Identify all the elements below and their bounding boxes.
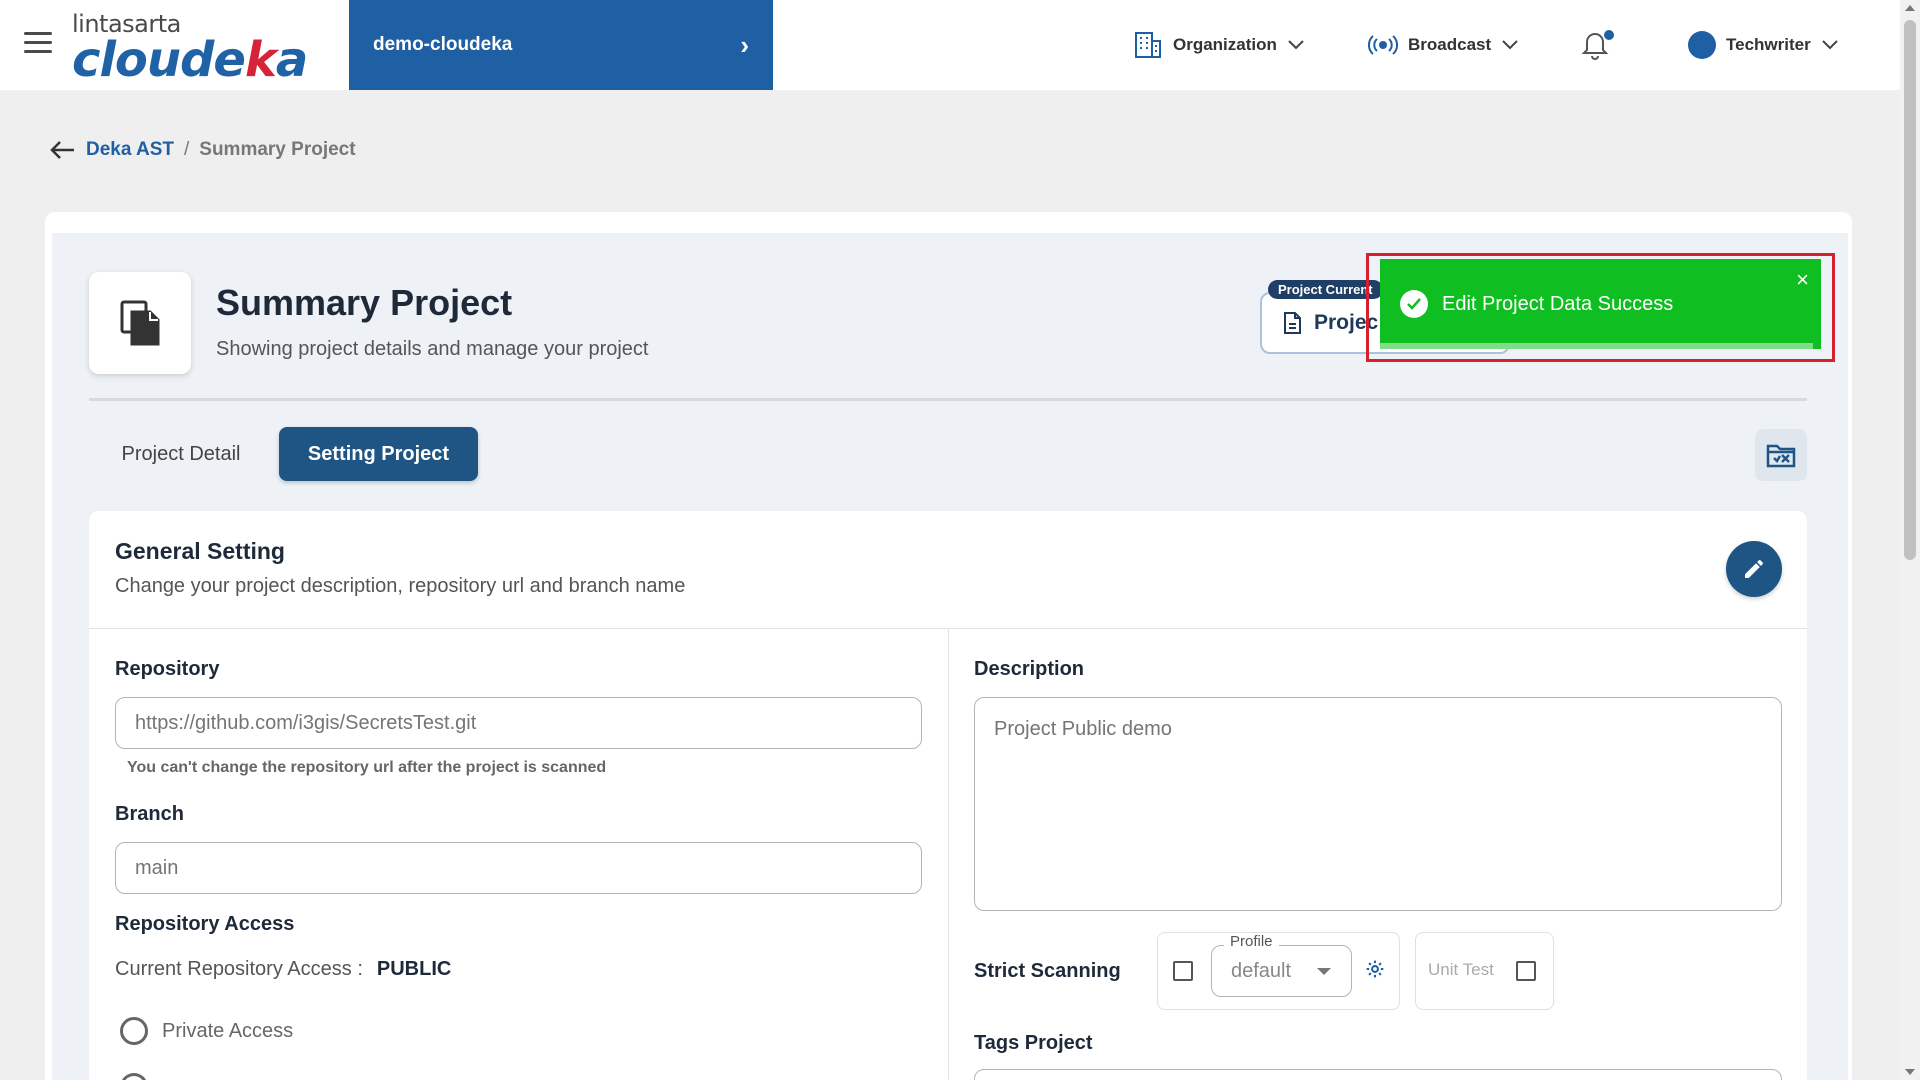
breadcrumb-current: Summary Project — [199, 139, 356, 160]
profile-select[interactable]: default — [1211, 945, 1352, 997]
tab-project-detail[interactable]: Project Detail — [100, 427, 262, 481]
notification-button[interactable] — [1580, 28, 1620, 64]
logo-main-text: cloudeka — [72, 36, 308, 84]
organization-label: Organization — [1173, 35, 1277, 54]
logo-main-part: cloude — [72, 32, 246, 88]
scrollbar-thumb[interactable] — [1904, 20, 1916, 560]
project-selector[interactable]: demo-cloudeka › — [349, 0, 773, 90]
copy-document-icon — [120, 300, 160, 346]
document-icon-box — [89, 272, 191, 374]
broadcast-menu[interactable]: Broadcast — [1368, 26, 1519, 64]
breadcrumb: Deka AST / Summary Project — [48, 138, 356, 162]
description-textarea[interactable] — [974, 697, 1782, 911]
general-setting-subtitle: Change your project description, reposit… — [115, 575, 686, 597]
description-label: Description — [974, 658, 1085, 680]
page-scrollbar[interactable] — [1900, 0, 1920, 1080]
caret-down-icon — [1317, 968, 1331, 975]
back-button[interactable] — [48, 138, 76, 162]
unit-test-label: Unit Test — [1428, 960, 1494, 979]
gear-icon — [1366, 960, 1384, 978]
profile-value: default — [1231, 959, 1292, 982]
general-setting-title: General Setting — [115, 538, 285, 564]
chevron-down-icon — [1822, 40, 1838, 50]
file-icon — [1284, 312, 1301, 334]
strict-scanning-label: Strict Scanning — [974, 960, 1121, 982]
logo-end-part: a — [275, 32, 308, 88]
edit-button[interactable] — [1726, 541, 1782, 597]
current-access-line: Current Repository Access : PUBLIC — [115, 958, 451, 981]
top-bar: lintasarta cloudeka demo-cloudeka › Orga… — [0, 0, 1900, 90]
logo-accent-part: k — [244, 32, 277, 88]
logo[interactable]: lintasarta cloudeka — [72, 10, 308, 84]
building-icon — [1135, 32, 1161, 58]
avatar — [1688, 31, 1716, 59]
strict-scanning-checkbox[interactable] — [1173, 961, 1193, 981]
scroll-down-icon[interactable] — [1905, 1069, 1915, 1075]
column-divider — [948, 629, 949, 1080]
toast-highlight-frame — [1366, 253, 1835, 362]
repository-hint: You can't change the repository url afte… — [127, 759, 607, 776]
tags-project-input[interactable] — [974, 1069, 1782, 1080]
folder-close-button[interactable] — [1755, 429, 1807, 481]
profile-legend: Profile — [1224, 933, 1279, 950]
current-access-value: PUBLIC — [376, 958, 452, 980]
chevron-right-icon: › — [740, 29, 749, 60]
page-subtitle: Showing project details and manage your … — [216, 338, 649, 360]
notification-badge — [1604, 30, 1614, 40]
profile-settings-button[interactable] — [1365, 959, 1385, 984]
tags-project-label: Tags Project — [974, 1032, 1093, 1054]
chevron-down-icon — [1288, 40, 1304, 50]
page-title: Summary Project — [216, 282, 513, 323]
private-access-label: Private Access — [162, 1019, 294, 1042]
pencil-icon — [1745, 559, 1764, 578]
broadcast-icon — [1368, 35, 1398, 55]
unit-test-checkbox[interactable] — [1516, 961, 1536, 981]
private-access-radio[interactable]: Private Access — [120, 1017, 293, 1045]
project-selector-name: demo-cloudeka — [373, 34, 513, 55]
branch-label: Branch — [115, 803, 184, 825]
breadcrumb-deka-ast[interactable]: Deka AST — [86, 139, 174, 161]
current-access-label: Current Repository Access : — [115, 958, 363, 980]
header-divider — [89, 398, 1807, 401]
user-name: Techwriter — [1726, 35, 1811, 54]
radio-circle — [120, 1017, 148, 1045]
repository-access-label: Repository Access — [115, 913, 295, 935]
menu-icon[interactable] — [24, 32, 52, 54]
broadcast-label: Broadcast — [1408, 35, 1492, 54]
chevron-down-icon — [1502, 40, 1518, 50]
scroll-up-icon[interactable] — [1905, 5, 1915, 11]
breadcrumb-separator: / — [184, 139, 190, 160]
branch-input[interactable] — [115, 842, 922, 894]
tab-setting-project[interactable]: Setting Project — [279, 427, 478, 481]
repository-input[interactable] — [115, 697, 922, 749]
folder-x-icon — [1766, 444, 1796, 468]
repository-label: Repository — [115, 658, 220, 680]
organization-menu[interactable]: Organization — [1133, 26, 1305, 64]
arrow-left-icon — [50, 141, 74, 159]
user-menu[interactable]: Techwriter — [1688, 26, 1839, 64]
